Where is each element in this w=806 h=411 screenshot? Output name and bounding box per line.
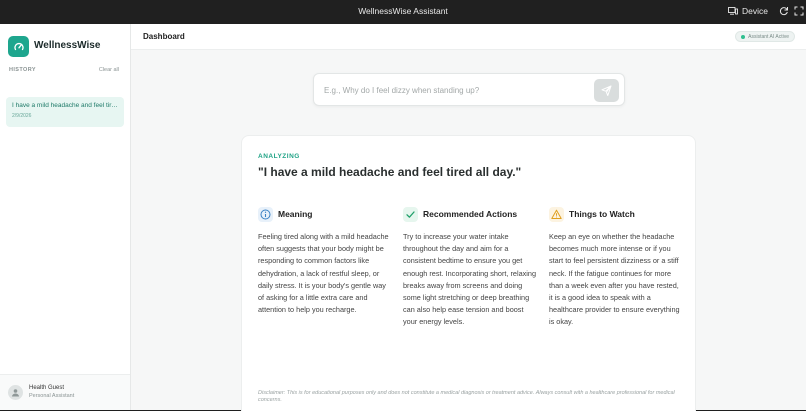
logo-icon bbox=[8, 36, 29, 57]
send-button[interactable] bbox=[594, 79, 619, 102]
section-things-to-watch: Things to Watch Keep an eye on whether t… bbox=[549, 206, 684, 329]
status-badge-label: Assistant AI Active bbox=[748, 33, 789, 40]
status-dot-icon bbox=[741, 34, 746, 39]
user-icon bbox=[12, 389, 19, 397]
app-window: WellnessWise HISTORY Clear all I have a … bbox=[0, 24, 806, 411]
section-body: Keep an eye on whether the headache beco… bbox=[549, 232, 680, 327]
history-heading: HISTORY bbox=[9, 67, 36, 73]
disclaimer: Disclaimer: This is for educational purp… bbox=[258, 390, 675, 403]
user-name: Health Guest bbox=[29, 385, 65, 391]
analysis-query: "I have a mild headache and feel tired a… bbox=[258, 165, 522, 179]
send-icon bbox=[601, 85, 612, 96]
breadcrumb: Dashboard bbox=[143, 32, 185, 41]
brand-name: WellnessWise bbox=[34, 40, 101, 51]
section-title: Meaning bbox=[278, 209, 313, 219]
history-item[interactable]: I have a mild headache and feel tired al… bbox=[6, 97, 124, 127]
device-button[interactable]: Device bbox=[728, 6, 768, 16]
header-bar: Dashboard Assistant AI Active bbox=[131, 24, 806, 50]
history-item-text: I have a mild headache and feel tired al… bbox=[12, 102, 118, 109]
analysis-status: ANALYZING bbox=[258, 153, 300, 160]
device-label: Device bbox=[742, 6, 768, 16]
device-icon bbox=[728, 7, 738, 15]
section-body: Feeling tired along with a mild headache… bbox=[258, 232, 389, 315]
search-input[interactable] bbox=[324, 83, 584, 97]
check-icon bbox=[403, 206, 418, 222]
sidebar: WellnessWise HISTORY Clear all I have a … bbox=[0, 24, 131, 410]
warning-icon bbox=[549, 206, 564, 222]
window-titlebar: WellnessWise Assistant Device bbox=[0, 0, 806, 24]
status-badge: Assistant AI Active bbox=[735, 31, 795, 42]
fullscreen-icon[interactable] bbox=[794, 6, 804, 16]
section-meaning: Meaning Feeling tired along with a mild … bbox=[258, 206, 393, 316]
history-item-date: 2/9/2026 bbox=[12, 113, 32, 119]
section-body: Try to increase your water intake throug… bbox=[403, 232, 537, 327]
clear-all-button[interactable]: Clear all bbox=[99, 67, 119, 73]
window-title: WellnessWise Assistant bbox=[358, 6, 448, 16]
avatar bbox=[8, 385, 23, 400]
info-icon bbox=[258, 206, 273, 222]
refresh-icon[interactable] bbox=[779, 6, 789, 16]
section-recommended-actions: Recommended Actions Try to increase your… bbox=[403, 206, 538, 329]
analysis-card: ANALYZING "I have a mild headache and fe… bbox=[241, 135, 696, 411]
symptom-search bbox=[313, 73, 625, 106]
user-profile[interactable]: Health Guest Personal Assistant bbox=[0, 374, 130, 410]
user-role: Personal Assistant bbox=[29, 393, 75, 399]
section-title: Recommended Actions bbox=[423, 209, 518, 219]
section-title: Things to Watch bbox=[569, 209, 635, 219]
